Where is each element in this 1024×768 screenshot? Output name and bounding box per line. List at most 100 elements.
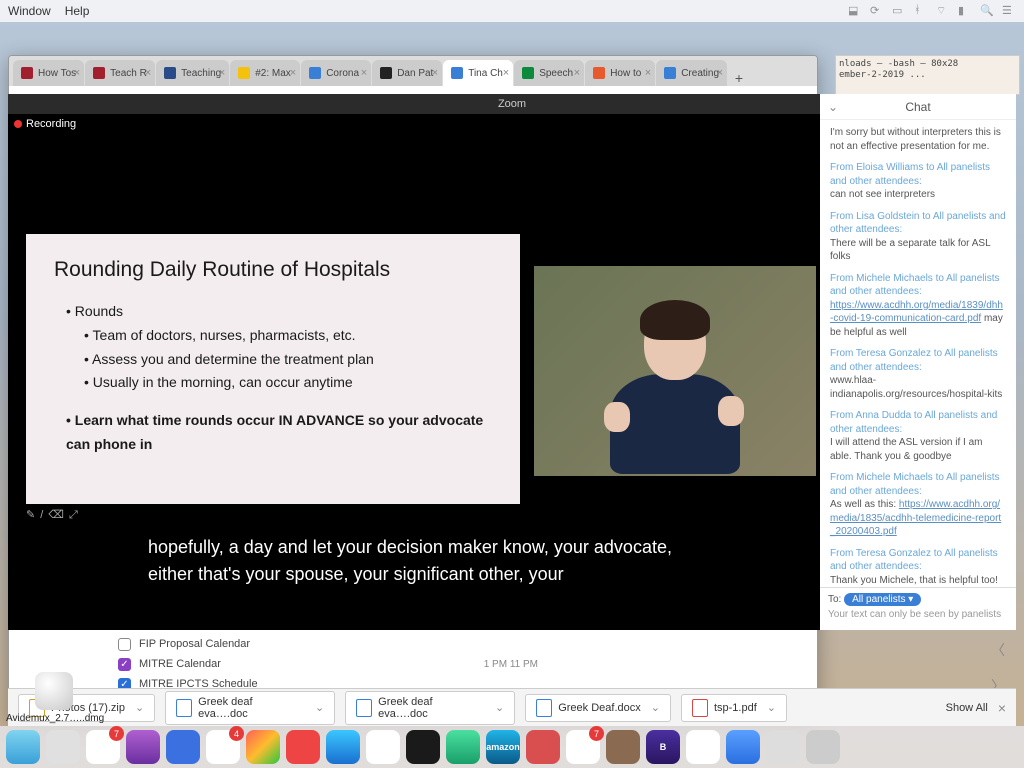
chat-title: Chat [905,100,930,114]
chat-body: Thank you Michele, that is helpful too! [830,574,1006,588]
dock-app[interactable]: 7 [86,730,120,764]
download-item[interactable]: Greek deaf eva….doc⌄ [165,691,335,725]
download-name: Greek deaf eva….doc [378,696,485,720]
person-figure [600,306,750,476]
close-icon[interactable]: × [145,67,151,79]
browser-tab[interactable]: Dan Pat× [372,60,442,86]
file-icon [692,699,708,717]
browser-tab[interactable]: Corona× [301,60,371,86]
chevron-down-icon[interactable]: ⌄ [315,701,324,714]
desktop-dmg[interactable]: Avidemux_2.7…..dmg [6,672,102,724]
new-tab-button[interactable]: + [728,70,750,86]
tab-label: Creating [681,68,719,79]
tab-label: How to [610,68,641,79]
chat-messages[interactable]: I'm sorry but without interpreters this … [820,120,1016,587]
close-icon[interactable]: × [503,67,509,79]
search-icon[interactable]: 🔍 [980,4,994,18]
close-icon[interactable]: × [361,67,367,79]
annotation-toolbar[interactable]: ✎ / ⌫ ⤢ [26,508,79,522]
show-all-button[interactable]: Show All [946,702,988,714]
speaker-video[interactable] [534,266,816,476]
battery-icon[interactable]: ▮ [958,4,972,18]
checkbox-icon[interactable] [118,638,131,651]
close-icon[interactable]: × [645,67,651,79]
chat-from: From Anna Dudda to All panelists and oth… [830,409,1006,436]
display-icon[interactable]: ▭ [892,4,906,18]
dock-app[interactable]: B [646,730,680,764]
dock-app[interactable] [806,730,840,764]
calendar-row[interactable]: FIP Proposal Calendar [118,634,538,654]
dock-app[interactable] [366,730,400,764]
wifi-icon[interactable]: ⌔ [936,4,950,18]
slide-bullet: Team of doctors, nurses, pharmacists, et… [84,324,492,348]
browser-tab[interactable]: Teaching× [156,60,229,86]
close-icon[interactable]: × [574,67,580,79]
browser-tab[interactable]: Tina Ch× [443,60,513,86]
dropbox-icon[interactable]: ⬓ [848,4,862,18]
chat-message: From Anna Dudda to All panelists and oth… [830,409,1006,463]
browser-tab[interactable]: Teach R× [85,60,155,86]
download-item[interactable]: Greek deaf eva….doc ⌄ [345,691,515,725]
close-icon[interactable]: × [290,67,296,79]
browser-tab[interactable]: Speech× [514,60,584,86]
chat-header: ⌄ Chat [820,94,1016,120]
browser-tab[interactable]: How Tos× [13,60,84,86]
badge: 7 [109,726,124,741]
chat-body: I will attend the ASL version if I am ab… [830,436,1006,463]
dock-app[interactable]: 4 [206,730,240,764]
close-icon[interactable]: × [432,67,438,79]
checkbox-icon[interactable]: ✓ [118,658,131,671]
zoom-window: Zoom Recording Rounding Daily Routine of… [8,94,1016,630]
close-icon[interactable]: × [219,67,225,79]
dock-app[interactable]: amazon [486,730,520,764]
chat-body: There will be a separate talk for ASL fo… [830,237,1006,264]
sync-icon[interactable]: ⟳ [870,4,884,18]
slide-bullet-bold: Learn what time rounds occur IN ADVANCE … [66,409,492,457]
chat-compose: To: All panelists ▾ Your text can only b… [820,587,1016,630]
dock-app[interactable] [406,730,440,764]
browser-tab[interactable]: How to × [585,60,655,86]
dock-app[interactable]: 7 [566,730,600,764]
dock-app[interactable] [326,730,360,764]
chat-link[interactable]: https://www.acdhh.org/media/1835/acdhh-t… [830,499,1001,537]
favicon [21,67,33,79]
dock: 7 4 amazon 7 B [0,726,1024,768]
dock-app[interactable] [766,730,800,764]
menu-help[interactable]: Help [65,4,90,18]
chat-link[interactable]: https://www.acdhh.org/media/1839/dhh-cov… [830,300,1003,325]
dock-app[interactable] [446,730,480,764]
bluetooth-icon[interactable]: ᚼ [914,4,928,18]
terminal-window[interactable]: nloads — -bash — 80x28 ember-2-2019 ... [835,55,1020,95]
dock-app[interactable] [526,730,560,764]
menu-window[interactable]: Window [8,4,51,18]
browser-tab[interactable]: #2: Max× [230,60,300,86]
dock-app[interactable] [686,730,720,764]
chevron-down-icon[interactable]: ⌄ [828,100,838,114]
terminal-line: ember-2-2019 ... [839,70,1016,81]
dock-app[interactable] [606,730,640,764]
badge: 4 [229,726,244,741]
calendar-label: FIP Proposal Calendar [139,638,250,650]
favicon [451,67,463,79]
close-icon[interactable]: × [998,700,1006,716]
browser-tab[interactable]: Creating× [656,60,727,86]
close-icon[interactable]: × [74,67,80,79]
dock-app[interactable] [726,730,760,764]
dock-app[interactable] [46,730,80,764]
dock-app[interactable] [286,730,320,764]
chevron-down-icon[interactable]: ⌄ [767,701,776,714]
dock-app[interactable] [166,730,200,764]
recipient-dropdown[interactable]: All panelists ▾ [844,593,921,606]
chevron-down-icon[interactable]: ⌄ [135,701,144,714]
control-center-icon[interactable]: ☰ [1002,4,1016,18]
dock-app[interactable] [6,730,40,764]
dock-app[interactable] [126,730,160,764]
dock-app[interactable] [246,730,280,764]
download-item[interactable]: Greek Deaf.docx⌄ [525,694,671,722]
close-icon[interactable]: × [717,67,723,79]
download-item[interactable]: tsp-1.pdf⌄ [681,694,787,722]
chevron-down-icon[interactable]: ⌄ [651,701,660,714]
calendar-row[interactable]: ✓ MITRE Calendar 1 PM 11 PM [118,654,538,674]
chat-from: From Michele Michaels to All panelists a… [830,272,1006,299]
chevron-down-icon[interactable]: ⌄ [495,701,504,714]
